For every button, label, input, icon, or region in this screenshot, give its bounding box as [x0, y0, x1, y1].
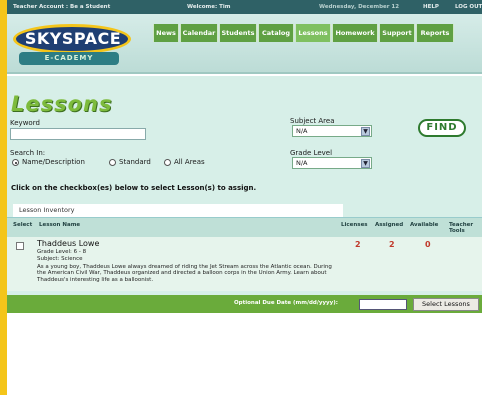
- table-header: Select Lesson Name Licenses Assigned Ava…: [7, 217, 482, 237]
- select-lessons-button[interactable]: Select Lessons: [413, 298, 479, 311]
- tab-students[interactable]: Students: [219, 24, 257, 42]
- help-link[interactable]: HELP: [423, 0, 439, 14]
- subject-area-label: Subject Area: [290, 117, 335, 125]
- radio-name-description[interactable]: [12, 159, 19, 166]
- welcome-label: Welcome: Tim: [187, 4, 231, 10]
- top-bar: Teacher Account : Be a Student Welcome: …: [7, 0, 482, 14]
- account-label: Teacher Account : Be a Student: [13, 4, 111, 10]
- radio-standard-label: Standard: [119, 158, 151, 166]
- logo-subtitle: E-CADEMY: [19, 52, 119, 65]
- subject-area-select[interactable]: N/A ▼: [292, 125, 372, 137]
- radio-standard[interactable]: [109, 159, 116, 166]
- grade-level-select[interactable]: N/A ▼: [292, 157, 372, 169]
- grade-level-label: Grade Level: [290, 149, 333, 157]
- page-frame: Teacher Account : Be a Student Welcome: …: [0, 0, 482, 395]
- find-button[interactable]: FIND: [418, 119, 466, 137]
- table-row: Thaddeus Lowe Grade Level: 6 - 8 Subject…: [7, 237, 482, 291]
- due-date-label: Optional Due Date (mm/dd/yyyy):: [234, 300, 338, 306]
- chevron-down-icon: ▼: [361, 159, 370, 168]
- licenses-count: 2: [355, 240, 361, 249]
- tab-homework[interactable]: Homework: [332, 24, 378, 42]
- col-lesson-name: Lesson Name: [39, 222, 81, 228]
- date-label: Wednesday, December 12: [319, 4, 400, 10]
- chevron-down-icon: ▼: [361, 127, 370, 136]
- col-licenses: Licenses: [341, 222, 368, 228]
- radio-name-description-label: Name/Description: [22, 158, 85, 166]
- subject-area-value: N/A: [296, 127, 308, 135]
- page-title: Lessons: [11, 92, 113, 116]
- header: SKYSPACE E-CADEMY News Calendar Students…: [7, 14, 482, 74]
- lesson-grade: Grade Level: 6 - 8: [37, 249, 87, 255]
- assigned-count: 2: [389, 240, 395, 249]
- col-select: Select: [13, 222, 33, 228]
- radio-all-areas[interactable]: [164, 159, 171, 166]
- keyword-input[interactable]: [10, 128, 146, 140]
- col-available: Available: [410, 222, 439, 228]
- tab-reports[interactable]: Reports: [416, 24, 454, 42]
- available-count: 0: [425, 240, 431, 249]
- logo-brand: SKYSPACE: [24, 29, 122, 48]
- main-content: Lessons Keyword Subject Area N/A ▼ Searc…: [7, 76, 482, 306]
- tab-support[interactable]: Support: [379, 24, 415, 42]
- tab-calendar[interactable]: Calendar: [180, 24, 218, 42]
- due-date-bar: Optional Due Date (mm/dd/yyyy): Select L…: [7, 295, 482, 313]
- lesson-description: As a young boy, Thaddeus Lowe always dre…: [37, 264, 332, 283]
- col-teacher-tools: Teacher Tools: [449, 222, 474, 234]
- col-assigned: Assigned: [375, 222, 404, 228]
- tab-catalog[interactable]: Catalog: [258, 24, 294, 42]
- lesson-name[interactable]: Thaddeus Lowe: [37, 239, 99, 248]
- blank-area: [7, 313, 482, 395]
- due-date-input[interactable]: [359, 299, 407, 310]
- tab-news[interactable]: News: [153, 24, 179, 42]
- tab-lessons[interactable]: Lessons: [295, 24, 331, 42]
- instruction-text: Click on the checkbox(es) below to selec…: [11, 184, 257, 192]
- logout-link[interactable]: LOG OUT: [455, 0, 482, 14]
- radio-all-areas-label: All Areas: [174, 158, 205, 166]
- lesson-subject: Subject: Science: [37, 256, 83, 262]
- app-panel: Teacher Account : Be a Student Welcome: …: [7, 0, 482, 395]
- lesson-inventory-tab[interactable]: Lesson Inventory: [13, 204, 343, 217]
- lesson-checkbox[interactable]: [16, 242, 24, 250]
- skyspace-logo[interactable]: SKYSPACE E-CADEMY: [11, 20, 141, 70]
- keyword-label: Keyword: [10, 119, 40, 127]
- grade-level-value: N/A: [296, 159, 308, 167]
- search-in-label: Search In:: [10, 149, 46, 157]
